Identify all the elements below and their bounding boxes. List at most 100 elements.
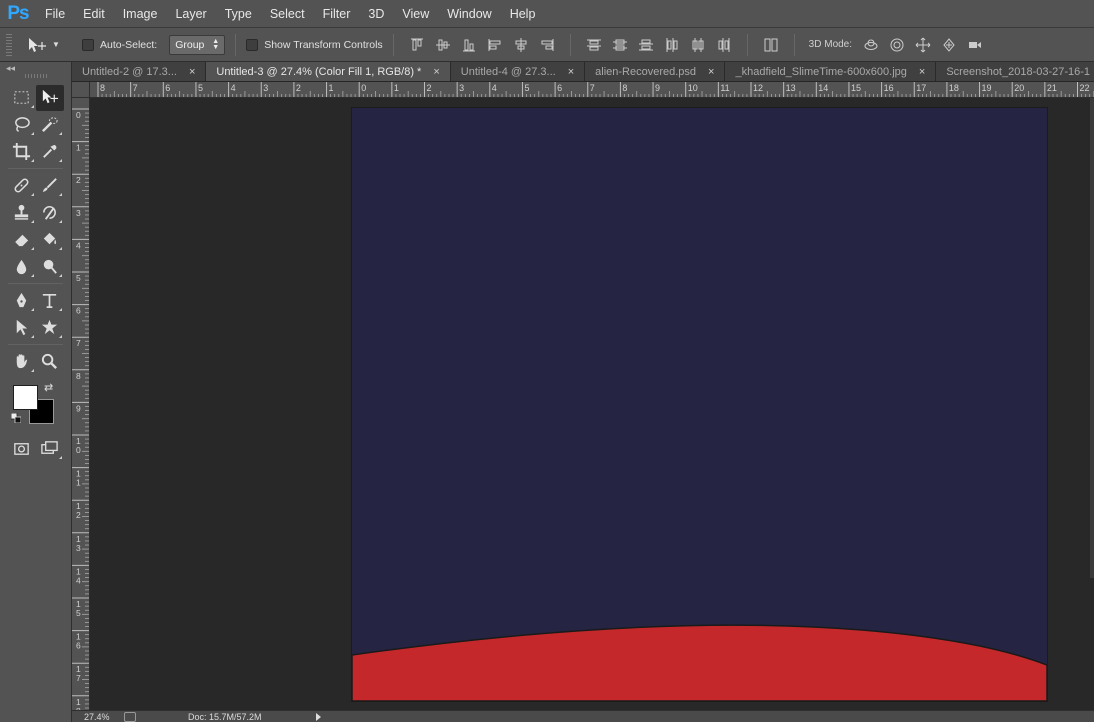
eraser-tool[interactable] <box>8 227 36 253</box>
crop-icon <box>12 142 31 161</box>
rectangular-marquee-tool[interactable] <box>8 85 36 111</box>
distribute-left-button[interactable] <box>662 35 682 55</box>
close-icon[interactable]: × <box>568 66 574 78</box>
clone-stamp-tool[interactable] <box>8 200 36 226</box>
distribute-right-button[interactable] <box>714 35 734 55</box>
align-vcenter-icon <box>435 39 450 50</box>
auto-select-target-dropdown[interactable]: Group ▲ ▼ <box>169 34 226 55</box>
red-ellipse-shape[interactable] <box>352 624 1047 701</box>
distribute-bottom-button[interactable] <box>636 35 656 55</box>
3d-scale-button[interactable] <box>965 35 985 55</box>
menu-image[interactable]: Image <box>114 0 167 28</box>
status-menu-arrow-icon[interactable] <box>316 712 321 721</box>
3d-roll-button[interactable] <box>887 35 907 55</box>
brush-tool[interactable] <box>36 173 64 199</box>
auto-select-checkbox[interactable] <box>82 38 94 51</box>
align-left-edges-button[interactable] <box>485 35 505 55</box>
ruler-v-label: 8 <box>76 371 81 381</box>
ruler-h-label: 16 <box>884 83 894 93</box>
type-tool[interactable] <box>36 288 64 314</box>
doc-tab[interactable]: Untitled-4 @ 27.3... × <box>450 62 586 81</box>
close-icon[interactable]: × <box>189 66 195 78</box>
tools-panel-grip[interactable] <box>24 74 47 78</box>
default-colors-icon[interactable] <box>11 413 21 423</box>
doc-tab[interactable]: _khadfield_SlimeTime-600x600.jpg × <box>725 62 937 81</box>
horizontal-ruler[interactable]: 8 7 6 5 4 3 2 1 0 1 2 3 4 5 6 7 8 9 10 11 12 13 14 15 16 17 18 19 20… <box>90 82 1094 98</box>
pen-icon <box>16 292 27 308</box>
doc-tab-title: _khadfield_SlimeTime-600x600.jpg <box>735 66 907 78</box>
ruler-v-label: 5 <box>76 273 81 283</box>
doc-tab-active[interactable]: Untitled-3 @ 27.4% (Color Fill 1, RGB/8)… <box>206 62 451 81</box>
document-workspace[interactable] <box>90 98 1094 710</box>
doc-tab[interactable]: Screenshot_2018-03-27-16-1 <box>936 62 1094 81</box>
ruler-v-label: 5 <box>76 608 81 618</box>
document-canvas[interactable] <box>352 108 1047 701</box>
auto-select-target-value: Group <box>175 38 205 51</box>
tool-preset-picker[interactable]: ▼ <box>26 33 70 57</box>
history-brush-tool[interactable] <box>36 200 64 226</box>
close-icon[interactable]: × <box>708 66 714 78</box>
align-top-edges-button[interactable] <box>407 35 427 55</box>
custom-shape-tool[interactable] <box>36 315 64 341</box>
paint-bucket-tool[interactable] <box>36 227 64 253</box>
close-icon[interactable]: × <box>919 66 925 78</box>
dodge-tool[interactable] <box>36 254 64 280</box>
show-transform-checkbox[interactable] <box>246 38 259 51</box>
align-horizontal-centers-button[interactable] <box>511 35 531 55</box>
menu-layer[interactable]: Layer <box>166 0 215 28</box>
3d-slide-button[interactable] <box>939 35 959 55</box>
move-tool[interactable] <box>35 84 64 111</box>
menu-select[interactable]: Select <box>261 0 314 28</box>
align-right-edges-button[interactable] <box>537 35 557 55</box>
document-status-icon[interactable] <box>124 711 136 722</box>
3d-drag-button[interactable] <box>913 35 933 55</box>
align-vertical-centers-button[interactable] <box>433 35 453 55</box>
foreground-color-swatch[interactable] <box>13 385 38 410</box>
separator <box>569 33 571 56</box>
menu-view[interactable]: View <box>393 0 438 28</box>
menu-help[interactable]: Help <box>501 0 545 28</box>
zoom-tool[interactable] <box>36 349 64 375</box>
menu-edit[interactable]: Edit <box>74 0 114 28</box>
doc-tab[interactable]: Untitled-2 @ 17.3... × <box>72 62 207 81</box>
3d-mode-label: 3D Mode: <box>808 39 853 50</box>
video-camera-icon <box>969 41 982 48</box>
distribute-bottom-icon <box>638 39 653 50</box>
distribute-hcenter-button[interactable] <box>688 35 708 55</box>
menu-type[interactable]: Type <box>216 0 261 28</box>
ruler-origin[interactable] <box>72 82 90 98</box>
swap-colors-icon[interactable]: ⇄ <box>44 381 53 394</box>
vertical-ruler[interactable]: 0123456789101112131415161718 <box>72 98 90 710</box>
doc-tab[interactable]: alien-Recovered.psd × <box>585 62 726 81</box>
zoom-level-field[interactable]: 27.4% <box>72 712 118 722</box>
path-selection-tool[interactable] <box>8 315 36 341</box>
options-bar-grip[interactable] <box>6 33 12 56</box>
history-brush-icon <box>43 206 56 220</box>
blur-tool[interactable] <box>8 254 36 280</box>
crop-tool[interactable] <box>8 139 36 165</box>
spot-healing-brush-tool[interactable] <box>8 173 36 199</box>
ruler-v-label: 1 <box>76 143 81 153</box>
menu-3d[interactable]: 3D <box>359 0 393 28</box>
3d-orbit-button[interactable] <box>861 35 881 55</box>
quick-selection-tool[interactable] <box>36 112 64 138</box>
pen-tool[interactable] <box>8 288 36 314</box>
distribute-vcenter-button[interactable] <box>610 35 630 55</box>
distribute-top-button[interactable] <box>584 35 604 55</box>
lasso-tool[interactable] <box>8 112 36 138</box>
quick-mask-button[interactable] <box>8 436 36 462</box>
doc-tab-title: Screenshot_2018-03-27-16-1 <box>946 66 1091 78</box>
vertical-scrollbar[interactable] <box>1090 98 1094 578</box>
eyedropper-tool[interactable] <box>36 139 64 165</box>
menu-filter[interactable]: Filter <box>314 0 360 28</box>
auto-align-layers-button[interactable] <box>761 35 781 55</box>
ruler-v-label: 9 <box>76 403 81 413</box>
screen-mode-button[interactable] <box>36 436 64 462</box>
distribute-top-icon <box>586 39 601 50</box>
menu-window[interactable]: Window <box>438 0 500 28</box>
close-icon[interactable]: × <box>433 66 439 78</box>
hand-tool[interactable] <box>8 349 36 375</box>
menu-file[interactable]: File <box>36 0 74 28</box>
align-bottom-edges-button[interactable] <box>459 35 479 55</box>
collapse-arrows-icon[interactable]: ◂◂ <box>0 62 71 74</box>
